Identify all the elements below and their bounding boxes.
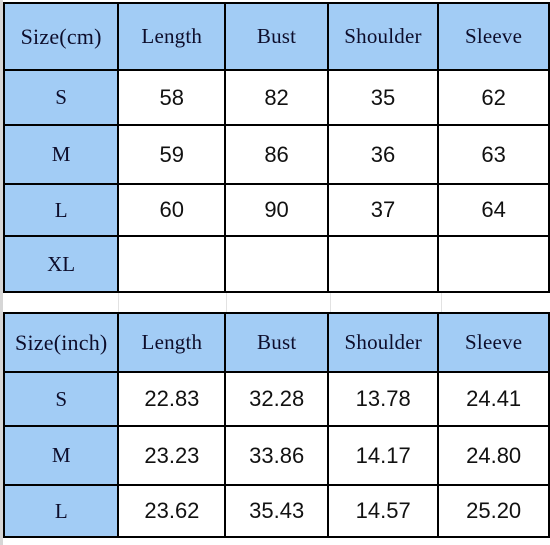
cell-sleeve: 63 [437, 124, 550, 185]
cell-length: 22.83 [117, 371, 227, 427]
table-row: M 59 86 36 63 [2, 124, 550, 185]
cell-shoulder [326, 235, 440, 293]
size-table-cm: Size(cm) Length Bust Shoulder Sleeve S 5… [2, 2, 550, 293]
table-row: S 58 82 35 62 [2, 69, 550, 126]
size-label: XL [2, 235, 120, 293]
header-bust: Bust [224, 312, 330, 373]
cell-length: 23.62 [117, 484, 227, 538]
table-row: L 60 90 37 64 [2, 183, 550, 237]
size-table-inch: Size(inch) Length Bust Shoulder Sleeve S… [2, 312, 550, 538]
header-bust: Bust [224, 2, 329, 71]
cell-shoulder: 35 [326, 69, 440, 126]
cell-bust: 86 [224, 124, 329, 185]
separator-guide [330, 293, 331, 312]
cell-sleeve: 24.41 [437, 371, 550, 427]
table-separator-band [3, 293, 550, 312]
cell-bust: 35.43 [224, 484, 330, 538]
cell-bust [224, 235, 329, 293]
size-label: L [2, 183, 120, 237]
header-size-unit: Size(inch) [2, 312, 120, 373]
cell-length: 59 [117, 124, 227, 185]
size-chart-page: Size(cm) Length Bust Shoulder Sleeve S 5… [0, 0, 550, 545]
header-length: Length [117, 312, 227, 373]
size-label: M [2, 124, 120, 185]
size-label: S [2, 69, 120, 126]
cell-shoulder: 14.57 [327, 484, 440, 538]
cell-shoulder: 13.78 [327, 371, 440, 427]
size-label: M [2, 425, 120, 486]
header-sleeve: Sleeve [437, 312, 550, 373]
header-length: Length [117, 2, 227, 71]
cell-length: 60 [117, 183, 227, 237]
header-shoulder: Shoulder [326, 2, 440, 71]
cell-shoulder: 36 [326, 124, 440, 185]
cell-bust: 32.28 [224, 371, 330, 427]
table-row: XL [2, 235, 550, 293]
table-header-row: Size(cm) Length Bust Shoulder Sleeve [2, 2, 550, 71]
separator-guide [226, 293, 227, 312]
table-header-row: Size(inch) Length Bust Shoulder Sleeve [2, 312, 550, 373]
size-label: S [2, 371, 120, 427]
separator-guide [118, 293, 119, 312]
table-row: S 22.83 32.28 13.78 24.41 [2, 371, 550, 427]
size-label: L [2, 484, 120, 538]
cell-shoulder: 14.17 [327, 425, 440, 486]
header-shoulder: Shoulder [327, 312, 440, 373]
header-sleeve: Sleeve [437, 2, 550, 71]
cell-sleeve: 25.20 [437, 484, 550, 538]
cell-sleeve: 64 [437, 183, 550, 237]
cell-length: 58 [117, 69, 227, 126]
table-row: M 23.23 33.86 14.17 24.80 [2, 425, 550, 486]
header-size-unit: Size(cm) [2, 2, 120, 71]
cell-sleeve [437, 235, 550, 293]
cell-bust: 82 [224, 69, 329, 126]
cell-sleeve: 24.80 [437, 425, 550, 486]
cell-length [117, 235, 227, 293]
cell-sleeve: 62 [437, 69, 550, 126]
cell-bust: 33.86 [224, 425, 330, 486]
cell-shoulder: 37 [326, 183, 440, 237]
cell-length: 23.23 [117, 425, 227, 486]
table-row: L 23.62 35.43 14.57 25.20 [2, 484, 550, 538]
cell-bust: 90 [224, 183, 329, 237]
separator-guide [441, 293, 442, 312]
